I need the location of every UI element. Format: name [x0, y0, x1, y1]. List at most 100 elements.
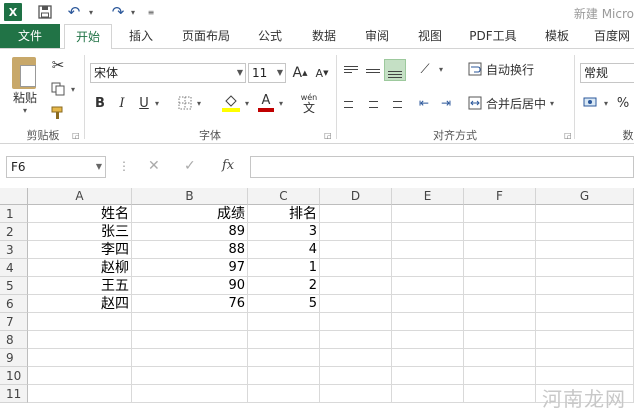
font-size-select[interactable]: 11 ▼ [248, 63, 286, 83]
cell-d1[interactable] [320, 205, 392, 223]
cell-g1[interactable] [536, 205, 634, 223]
increase-indent-icon[interactable]: ⇥ [436, 93, 456, 113]
copy-icon[interactable] [48, 79, 68, 99]
font-launcher-icon[interactable]: ◲ [324, 131, 332, 140]
name-box[interactable]: F6 ▼ [6, 156, 106, 178]
borders-dropdown-icon[interactable]: ▾ [194, 93, 204, 113]
cell-e10[interactable] [392, 367, 464, 385]
row-header-5[interactable]: 5 [0, 277, 28, 295]
orientation-dropdown-icon[interactable]: ▾ [436, 59, 446, 79]
column-header-f[interactable]: F [464, 188, 536, 205]
tab-templates[interactable]: 模板 [534, 24, 580, 48]
font-color-dropdown-icon[interactable]: ▾ [276, 93, 286, 113]
undo-dropdown-icon[interactable]: ▾ [86, 3, 96, 21]
align-right-icon[interactable] [386, 93, 404, 113]
cell-a10[interactable] [28, 367, 132, 385]
cell-e3[interactable] [392, 241, 464, 259]
cell-c9[interactable] [248, 349, 320, 367]
cell-e8[interactable] [392, 331, 464, 349]
tab-home[interactable]: 开始 [64, 24, 112, 49]
align-bottom-icon[interactable] [384, 59, 406, 81]
row-header-1[interactable]: 1 [0, 205, 28, 223]
cell-b3[interactable]: 88 [132, 241, 248, 259]
row-header-10[interactable]: 10 [0, 367, 28, 385]
percent-style-button[interactable]: % [614, 93, 632, 113]
row-header-6[interactable]: 6 [0, 295, 28, 313]
merge-dropdown-icon[interactable]: ▾ [550, 99, 554, 108]
cell-c11[interactable] [248, 385, 320, 403]
row-header-2[interactable]: 2 [0, 223, 28, 241]
cell-c2[interactable]: 3 [248, 223, 320, 241]
cell-e2[interactable] [392, 223, 464, 241]
column-header-c[interactable]: C [248, 188, 320, 205]
cell-c1[interactable]: 排名 [248, 205, 320, 223]
cell-f11[interactable] [464, 385, 536, 403]
cell-b8[interactable] [132, 331, 248, 349]
cell-f5[interactable] [464, 277, 536, 295]
font-name-select[interactable]: 宋体 ▼ [90, 63, 246, 83]
bold-button[interactable]: B [92, 93, 108, 113]
cell-a11[interactable] [28, 385, 132, 403]
underline-button[interactable]: U [136, 93, 152, 113]
cell-f8[interactable] [464, 331, 536, 349]
cell-d9[interactable] [320, 349, 392, 367]
clipboard-launcher-icon[interactable]: ◲ [72, 131, 80, 140]
cell-d2[interactable] [320, 223, 392, 241]
cancel-icon[interactable]: ✕ [148, 158, 160, 174]
customize-qat-icon[interactable]: ≡ [146, 3, 156, 21]
cell-g5[interactable] [536, 277, 634, 295]
italic-button[interactable]: I [114, 93, 130, 113]
underline-dropdown-icon[interactable]: ▾ [152, 93, 162, 113]
cell-a4[interactable]: 赵柳 [28, 259, 132, 277]
cell-c8[interactable] [248, 331, 320, 349]
undo-icon[interactable]: ↶ [66, 3, 82, 21]
row-header-11[interactable]: 11 [0, 385, 28, 403]
select-all-corner[interactable] [0, 188, 28, 205]
cell-e9[interactable] [392, 349, 464, 367]
cell-g4[interactable] [536, 259, 634, 277]
cell-f9[interactable] [464, 349, 536, 367]
cell-b1[interactable]: 成绩 [132, 205, 248, 223]
cell-d6[interactable] [320, 295, 392, 313]
insert-function-icon[interactable]: fx [222, 158, 234, 173]
column-header-a[interactable]: A [28, 188, 132, 205]
row-header-3[interactable]: 3 [0, 241, 28, 259]
cell-d3[interactable] [320, 241, 392, 259]
tab-formulas[interactable]: 公式 [248, 24, 292, 48]
cell-e6[interactable] [392, 295, 464, 313]
formula-bar-grip-icon[interactable]: ⋮ [118, 159, 130, 173]
cell-d5[interactable] [320, 277, 392, 295]
cell-a3[interactable]: 李四 [28, 241, 132, 259]
cut-icon[interactable]: ✂ [48, 55, 68, 75]
redo-icon[interactable]: ↷ [110, 3, 126, 21]
column-header-b[interactable]: B [132, 188, 248, 205]
row-header-8[interactable]: 8 [0, 331, 28, 349]
cell-a2[interactable]: 张三 [28, 223, 132, 241]
cell-d4[interactable] [320, 259, 392, 277]
phonetic-button[interactable]: wén 文 [296, 89, 322, 117]
align-center-icon[interactable] [364, 93, 382, 113]
tab-view[interactable]: 视图 [408, 24, 452, 48]
cell-f7[interactable] [464, 313, 536, 331]
cell-b7[interactable] [132, 313, 248, 331]
accounting-dropdown-icon[interactable]: ▾ [602, 93, 610, 113]
align-left-icon[interactable] [342, 93, 360, 113]
column-header-e[interactable]: E [392, 188, 464, 205]
fill-dropdown-icon[interactable]: ▾ [242, 93, 252, 113]
alignment-launcher-icon[interactable]: ◲ [564, 131, 572, 140]
cell-f10[interactable] [464, 367, 536, 385]
tab-baidu[interactable]: 百度网 [590, 24, 634, 48]
cell-b6[interactable]: 76 [132, 295, 248, 313]
cell-b9[interactable] [132, 349, 248, 367]
cell-g3[interactable] [536, 241, 634, 259]
tab-review[interactable]: 审阅 [356, 24, 398, 48]
cell-a6[interactable]: 赵四 [28, 295, 132, 313]
cell-d11[interactable] [320, 385, 392, 403]
format-painter-icon[interactable] [48, 103, 68, 123]
row-header-7[interactable]: 7 [0, 313, 28, 331]
tab-data[interactable]: 数据 [302, 24, 346, 48]
cell-f6[interactable] [464, 295, 536, 313]
save-icon[interactable] [36, 3, 54, 21]
cell-a9[interactable] [28, 349, 132, 367]
cell-e5[interactable] [392, 277, 464, 295]
